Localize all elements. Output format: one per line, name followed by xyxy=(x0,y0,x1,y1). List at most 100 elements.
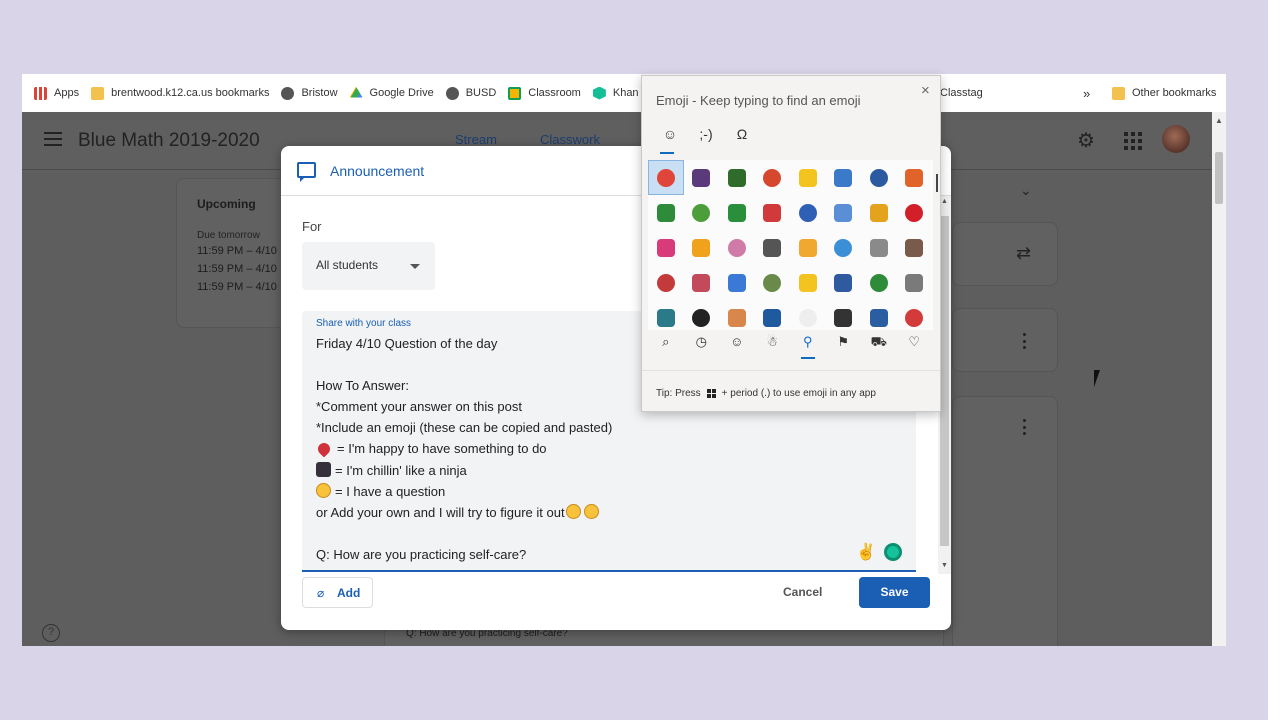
emoji-cell[interactable] xyxy=(790,195,826,230)
bookmark-label: Other bookmarks xyxy=(1132,87,1217,99)
emoji-cell[interactable] xyxy=(684,160,720,195)
emoji-cell[interactable] xyxy=(648,230,684,265)
scroll-down-icon[interactable]: ▼ xyxy=(941,562,948,569)
emoji-cell[interactable] xyxy=(719,300,755,335)
emoji-cell[interactable] xyxy=(897,300,933,335)
audience-select[interactable]: All students xyxy=(302,242,435,290)
emoji-category-icon[interactable]: ☺ xyxy=(719,334,755,358)
emoji-cell[interactable] xyxy=(790,265,826,300)
bookmark-bristow[interactable]: Bristow xyxy=(281,86,338,100)
emoji-cell[interactable] xyxy=(755,160,791,195)
scrollbar-thumb[interactable] xyxy=(940,216,949,546)
repeat-icon[interactable]: ⇄ xyxy=(1016,243,1031,264)
emoji-cell[interactable] xyxy=(861,230,897,265)
emoji-grid-scrollbar[interactable] xyxy=(936,174,938,192)
emoji-cell[interactable] xyxy=(861,160,897,195)
emoji-cell[interactable] xyxy=(897,195,933,230)
emoji-cell[interactable] xyxy=(826,195,862,230)
upcoming-item[interactable]: 11:59 PM – 4/10 xyxy=(197,245,277,257)
scroll-up-icon[interactable]: ▲ xyxy=(941,198,948,205)
class-title: Blue Math 2019-2020 xyxy=(78,130,260,151)
bookmarks-overflow-button[interactable]: » xyxy=(1083,74,1090,112)
tab-classwork[interactable]: Classwork xyxy=(540,132,600,147)
emoji-category-icon[interactable]: ◷ xyxy=(684,334,720,358)
google-apps-icon[interactable] xyxy=(1124,132,1142,150)
emoji-cell[interactable] xyxy=(861,300,897,335)
emoji-cell[interactable] xyxy=(755,230,791,265)
emoji-cell[interactable] xyxy=(897,160,933,195)
globe-icon xyxy=(445,86,459,100)
emoji-cell[interactable] xyxy=(648,160,684,195)
help-icon[interactable]: ? xyxy=(42,624,60,642)
emoji-cell[interactable] xyxy=(755,195,791,230)
bookmark-label: Classtag xyxy=(940,87,983,99)
paperclip-icon: ⌀ xyxy=(317,586,325,600)
bookmark-apps[interactable]: Apps xyxy=(34,86,79,100)
bookmark-other-folder[interactable]: Other bookmarks xyxy=(1112,74,1216,112)
tab-stream[interactable]: Stream xyxy=(455,132,497,147)
emoji-category-icon[interactable]: ⚑ xyxy=(826,334,862,358)
bookmark-google-drive[interactable]: Google Drive xyxy=(349,86,434,100)
emoji-cell[interactable] xyxy=(826,230,862,265)
emoji-glyph-icon xyxy=(798,203,817,222)
emoji-cell[interactable] xyxy=(719,230,755,265)
emoji-cell[interactable] xyxy=(684,265,720,300)
emoji-cell[interactable] xyxy=(755,300,791,335)
bookmark-classtag[interactable]: Classtag xyxy=(940,74,983,112)
scrollbar-thumb[interactable] xyxy=(1215,152,1223,204)
bookmark-classroom[interactable]: Classroom xyxy=(508,86,581,100)
tab-kaomoji[interactable]: ;-) xyxy=(688,126,724,150)
more-options-icon[interactable] xyxy=(1023,333,1027,349)
bookmark-khan[interactable]: Khan xyxy=(592,86,639,100)
close-icon[interactable]: × xyxy=(921,82,930,99)
emoji-cell[interactable] xyxy=(719,160,755,195)
more-options-icon[interactable] xyxy=(1023,419,1027,435)
emoji-cell[interactable] xyxy=(897,230,933,265)
emoji-category-icon[interactable]: ⛟ xyxy=(861,334,897,358)
bookmark-label: Bristow xyxy=(301,87,338,99)
emoji-category-icon[interactable]: ♡ xyxy=(897,334,933,358)
emoji-category-icon[interactable]: ☃ xyxy=(755,334,791,358)
emoji-glyph-icon xyxy=(692,273,711,292)
scroll-up-icon[interactable]: ▲ xyxy=(1215,116,1223,125)
emoji-cell[interactable] xyxy=(790,230,826,265)
tab-emoji[interactable]: ☺ xyxy=(652,126,688,154)
emoji-cell[interactable] xyxy=(790,160,826,195)
emoji-category-icon[interactable]: ⌕ xyxy=(648,334,684,358)
tab-symbols[interactable]: Ω xyxy=(724,126,760,150)
bookmark-label: Khan xyxy=(612,87,639,99)
gear-icon[interactable]: ⚙ xyxy=(1077,130,1099,152)
emoji-cell[interactable] xyxy=(755,265,791,300)
menu-icon[interactable] xyxy=(44,132,62,146)
save-button[interactable]: Save xyxy=(859,577,930,608)
add-attachment-button[interactable]: ⌀ Add xyxy=(302,577,373,608)
bookmark-busd[interactable]: BUSD xyxy=(445,86,496,100)
emoji-cell[interactable] xyxy=(861,195,897,230)
emoji-cell[interactable] xyxy=(684,230,720,265)
emoji-cell[interactable] xyxy=(861,265,897,300)
emoji-cell[interactable] xyxy=(719,265,755,300)
chevron-down-icon[interactable]: ⌄ xyxy=(1020,182,1032,199)
upcoming-item[interactable]: 11:59 PM – 4/10 xyxy=(197,263,277,275)
emoji-category-icon[interactable]: ⚲ xyxy=(790,334,826,359)
bookmark-brentwood-folder[interactable]: brentwood.k12.ca.us bookmarks xyxy=(91,86,269,100)
emoji-glyph-icon xyxy=(656,308,675,327)
emoji-cell[interactable] xyxy=(684,195,720,230)
emoji-cell[interactable] xyxy=(648,265,684,300)
emoji-cell[interactable] xyxy=(897,265,933,300)
upcoming-item[interactable]: 11:59 PM – 4/10 xyxy=(197,281,277,293)
emoji-cell[interactable] xyxy=(826,265,862,300)
emoji-cell[interactable] xyxy=(648,300,684,335)
avatar[interactable] xyxy=(1162,125,1190,153)
emoji-cell[interactable] xyxy=(826,160,862,195)
emoji-cell[interactable] xyxy=(684,300,720,335)
folder-icon xyxy=(1112,86,1125,100)
emoji-cell[interactable] xyxy=(826,300,862,335)
grammarly-icon[interactable] xyxy=(884,543,902,561)
emoji-cell[interactable] xyxy=(719,195,755,230)
emoji-cell[interactable] xyxy=(648,195,684,230)
emoji-tip: Tip: Press + period (.) to use emoji in … xyxy=(656,388,876,399)
cancel-button[interactable]: Cancel xyxy=(783,585,822,599)
page-scrollbar[interactable]: ▲ xyxy=(1212,112,1226,646)
emoji-cell[interactable] xyxy=(790,300,826,335)
